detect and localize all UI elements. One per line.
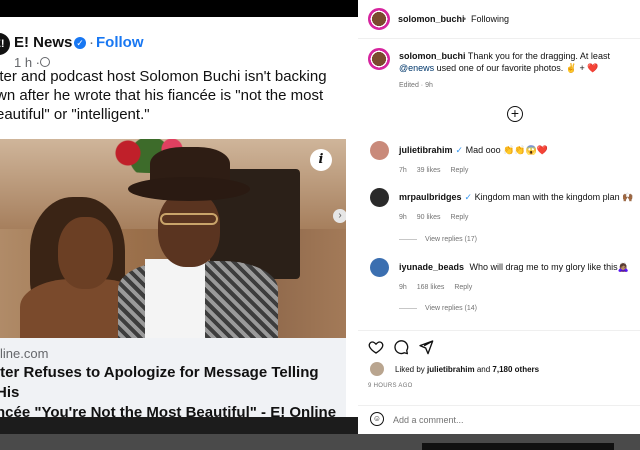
liker-avatar [370,362,384,376]
caption-username[interactable]: solomon_buchi [399,51,466,61]
photo-hat-brim [128,177,250,201]
action-bar [358,330,640,361]
comment-username[interactable]: iyunade_beads [399,262,464,272]
post-header: solomon_buchi • Following [358,0,640,39]
verified-badge-icon: ✓ [455,145,464,155]
comment-body: Kingdom man with the kingdom plan 🙌🏾 [474,192,634,202]
reply-button[interactable]: Reply [450,167,468,174]
instagram-panel: solomon_buchi • Following solomon_buchi … [358,0,640,434]
comment-likes[interactable]: 39 likes [417,167,441,174]
photo-glasses [160,213,218,225]
avatar[interactable] [370,258,389,277]
photo-man-shirt [145,259,205,338]
screen-top-bar [0,0,358,17]
comment-time: 9h [399,214,407,221]
avatar[interactable] [368,8,390,30]
comment-icon[interactable] [393,339,409,355]
bottom-bar-segment [422,443,614,450]
comment-meta: 9h 168 likes Reply [399,284,480,291]
comment-text: julietibrahim ✓ Mad ooo 👏👏😱❤️ [399,145,635,156]
reply-button[interactable]: Reply [454,284,472,291]
comment-text: mrpaulbridges ✓ Kingdom man with the king… [399,192,635,203]
comment-item: iyunade_beads Who will drag me to my glo… [358,258,640,308]
comment-likes[interactable]: 168 likes [417,284,445,291]
comment-likes[interactable]: 90 likes [417,214,441,221]
comment-meta: 9h 90 likes Reply [399,214,476,221]
view-replies-button[interactable]: View replies (17) [399,236,477,243]
caption-edited: Edited · 9h [399,82,433,89]
globe-icon [40,57,50,67]
comment-item: julietibrahim ✓ Mad ooo 👏👏😱❤️ 7h 39 likes… [358,141,640,191]
avatar[interactable] [370,188,389,207]
header-separator: • [463,14,467,24]
caption-avatar[interactable] [368,48,390,70]
verified-badge-icon: ✓ [74,37,86,49]
comment-time: 9h [399,284,407,291]
caption: solomon_buchi Thank you for the dragging… [399,50,635,74]
avatar[interactable] [370,141,389,160]
photo-woman-face [58,217,113,289]
view-replies-button[interactable]: View replies (14) [399,305,477,312]
separator: · [89,34,94,51]
comment-text: iyunade_beads Who will drag me to my glo… [399,262,635,273]
heart-icon[interactable] [368,339,384,355]
follow-button[interactable]: Follow [96,34,144,51]
likes-text[interactable]: Liked by julietibrahim and 7,180 others [395,365,539,374]
comment-username[interactable]: mrpaulbridges [399,192,462,202]
comment-time: 7h [399,167,407,174]
add-comment-bar: ☺ Add a comment... [358,405,640,435]
add-comment-input[interactable]: Add a comment... [393,415,464,425]
emoji-icon[interactable]: ☺ [370,412,384,426]
caption-text: Thank you for the dragging. At least [467,51,610,61]
likes-others[interactable]: 7,180 others [492,365,539,374]
caption-mention[interactable]: @enews [399,63,434,73]
plus-circle-icon[interactable]: + [507,106,523,122]
photo-man-face [158,191,220,267]
post-photo: i › [0,139,346,338]
likes-and: and [476,365,491,374]
post-text: iter and podcast host Solomon Buchi isn'… [0,68,327,123]
link-domain: line.com [0,346,49,361]
likes-summary: Liked by julietibrahim and 7,180 others [358,360,640,380]
likes-user[interactable]: julietibrahim [427,365,475,374]
comment-meta: 7h 39 likes Reply [399,167,476,174]
comment-body: Mad ooo 👏👏😱❤️ [465,145,548,155]
comment-body: Who will drag me to my glory like this🙇🏽… [469,262,629,272]
verified-badge-icon: ✓ [464,192,473,202]
screen-bottom-bar [0,434,640,450]
enews-logo: E! [0,33,10,55]
link-title: iter Refuses to Apologize for Message Te… [0,364,337,417]
reply-button[interactable]: Reply [450,214,468,221]
info-icon[interactable]: i [310,149,332,171]
facebook-post-screenshot: E! E! News ✓ · Follow 1 h · iter and pod… [0,17,358,417]
share-icon[interactable] [418,339,434,355]
link-preview[interactable]: line.com iter Refuses to Apologize for M… [0,338,346,417]
likes-prefix: Liked by [395,365,425,374]
comment-username[interactable]: julietibrahim [399,145,453,155]
post-time-ago[interactable]: 9 HOURS AGO [368,383,413,389]
chevron-right-icon[interactable]: › [333,209,346,223]
page-name: E! News [14,34,73,51]
caption-text-2: used one of our favorite photos. ✌️ + ❤️ [436,63,599,73]
following-button[interactable]: Following [471,14,509,24]
comment-item: mrpaulbridges ✓ Kingdom man with the king… [358,188,640,238]
header-username[interactable]: solomon_buchi [398,14,465,24]
